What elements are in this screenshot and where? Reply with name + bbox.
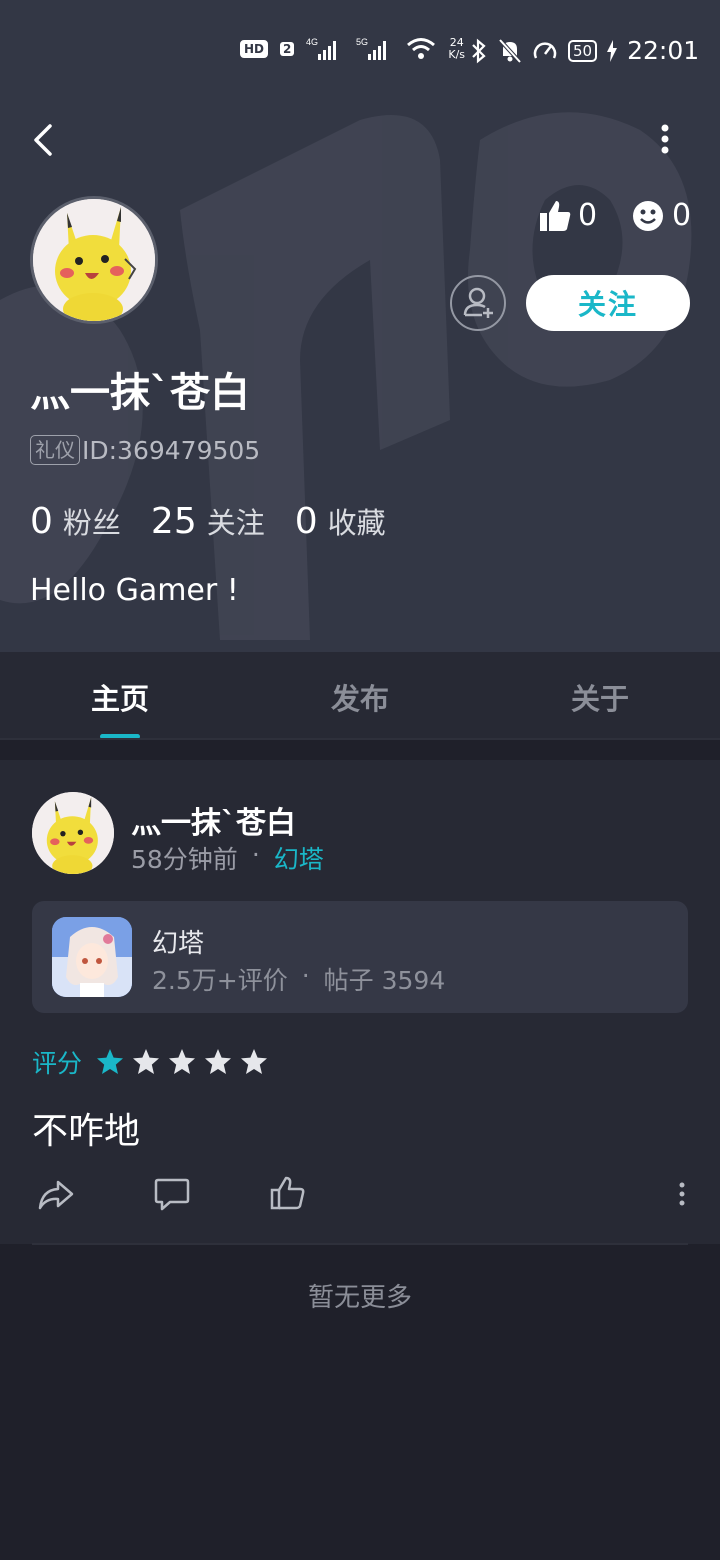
charging-icon: [607, 39, 618, 62]
star-icon: [169, 1049, 196, 1074]
stat-favorites-num: 0: [294, 501, 318, 542]
wifi-icon: [407, 38, 436, 59]
net1-label: 4G: [306, 37, 318, 47]
rating-label: 评分: [32, 1049, 83, 1078]
share-icon[interactable]: [34, 1172, 78, 1216]
profile-header: HD 2 4G 5G 24 K/s 50 22:01 0 0 关注 灬一抹`苍白…: [0, 0, 720, 652]
game-icon: [52, 917, 132, 997]
clock: 22:01: [627, 36, 700, 65]
hd-badge: HD: [240, 40, 269, 58]
game-cover-image: [52, 917, 132, 997]
stat-fans-label: 粉丝: [62, 506, 121, 540]
stat-favorites-label: 收藏: [327, 506, 386, 540]
post-meta: 58分钟前 · 幻塔: [131, 840, 324, 876]
add-friend-button[interactable]: [450, 275, 506, 331]
back-icon[interactable]: [28, 120, 60, 160]
profile-bio: Hello Gamer !: [30, 573, 239, 608]
stat-favorites[interactable]: 0 收藏: [295, 500, 386, 542]
more-vertical-icon[interactable]: [650, 120, 680, 160]
stat-fans-num: 0: [30, 501, 53, 542]
like-icon[interactable]: [266, 1172, 310, 1216]
smile-icon: [633, 200, 663, 231]
bell-off-icon: [498, 38, 522, 63]
signal-5g-icon: 5G: [356, 37, 387, 60]
tab-home[interactable]: 主页: [60, 676, 180, 718]
game-posts: 帖子 3594: [323, 966, 446, 995]
tab-posts[interactable]: 发布: [300, 676, 420, 718]
profile-username: 灬一抹`苍白: [30, 370, 250, 416]
post-actions: [0, 1172, 720, 1222]
stat-fans[interactable]: 0 粉丝: [30, 500, 121, 542]
net2-label: 5G: [356, 37, 368, 47]
game-stats: 2.5万+评价 · 帖子 3594: [152, 961, 445, 997]
avatar-pikachu-image: [32, 792, 114, 874]
status-bar: HD 2 4G 5G 24 K/s 50 22:01: [0, 30, 720, 78]
likes-value: 0: [578, 198, 598, 233]
speed-gauge-icon: [533, 41, 557, 59]
rating-row: 评分: [32, 1044, 268, 1080]
game-name: 幻塔: [152, 929, 205, 959]
no-more-label: 暂无更多: [307, 1283, 412, 1313]
likes-count[interactable]: 0: [538, 198, 597, 233]
meta-dot: ·: [251, 840, 260, 869]
stat-following[interactable]: 25 关注: [151, 500, 265, 542]
post-author[interactable]: 灬一抹`苍白: [131, 798, 296, 842]
avatar[interactable]: [30, 196, 158, 324]
profile-stats: 0 粉丝 25 关注 0 收藏: [30, 500, 386, 542]
user-tag: 礼仪: [30, 435, 80, 465]
bluetooth-icon: [472, 38, 486, 63]
star-icon: [97, 1049, 124, 1074]
net-speed: 24 K/s: [448, 37, 465, 61]
add-friend-icon: [463, 287, 493, 318]
game-card[interactable]: 幻塔 2.5万+评价 · 帖子 3594: [32, 901, 688, 1013]
signal-4g-icon: 4G: [306, 37, 337, 60]
post-card[interactable]: 灬一抹`苍白 58分钟前 · 幻塔 幻塔 2.5万+评价 · 帖子 3594 评…: [0, 760, 720, 1244]
battery-indicator: 50: [568, 39, 598, 62]
star-icon: [133, 1049, 160, 1074]
smiles-count[interactable]: 0: [632, 198, 691, 233]
follow-button[interactable]: 关注: [526, 275, 690, 331]
thumbs-up-icon: [540, 200, 571, 231]
profile-tabs: 主页 发布 关于: [0, 652, 720, 740]
post-game-link[interactable]: 幻塔: [274, 840, 324, 876]
game-stats-dot: ·: [301, 961, 310, 990]
stat-following-num: 25: [150, 501, 197, 542]
post-time: 58分钟前: [131, 845, 238, 874]
net-speed-unit: K/s: [448, 48, 466, 61]
stat-following-label: 关注: [206, 506, 265, 540]
star-icon: [241, 1049, 268, 1074]
user-id: ID:369479505: [82, 435, 261, 465]
sim-badge: 2: [280, 42, 295, 56]
post-avatar[interactable]: [32, 792, 114, 874]
post-text: 不咋地: [32, 1111, 141, 1152]
comment-icon[interactable]: [150, 1172, 194, 1216]
divider: [32, 1243, 688, 1245]
rating-stars: [96, 1048, 268, 1076]
smiles-value: 0: [672, 198, 692, 233]
id-row: 礼仪 ID:369479505: [30, 435, 260, 465]
divider: [0, 738, 720, 740]
game-reviews: 2.5万+评价: [152, 966, 288, 995]
star-icon: [205, 1049, 232, 1074]
post-more-icon[interactable]: [660, 1172, 704, 1216]
avatar-pikachu-image: [33, 199, 155, 321]
tab-about[interactable]: 关于: [540, 676, 660, 718]
